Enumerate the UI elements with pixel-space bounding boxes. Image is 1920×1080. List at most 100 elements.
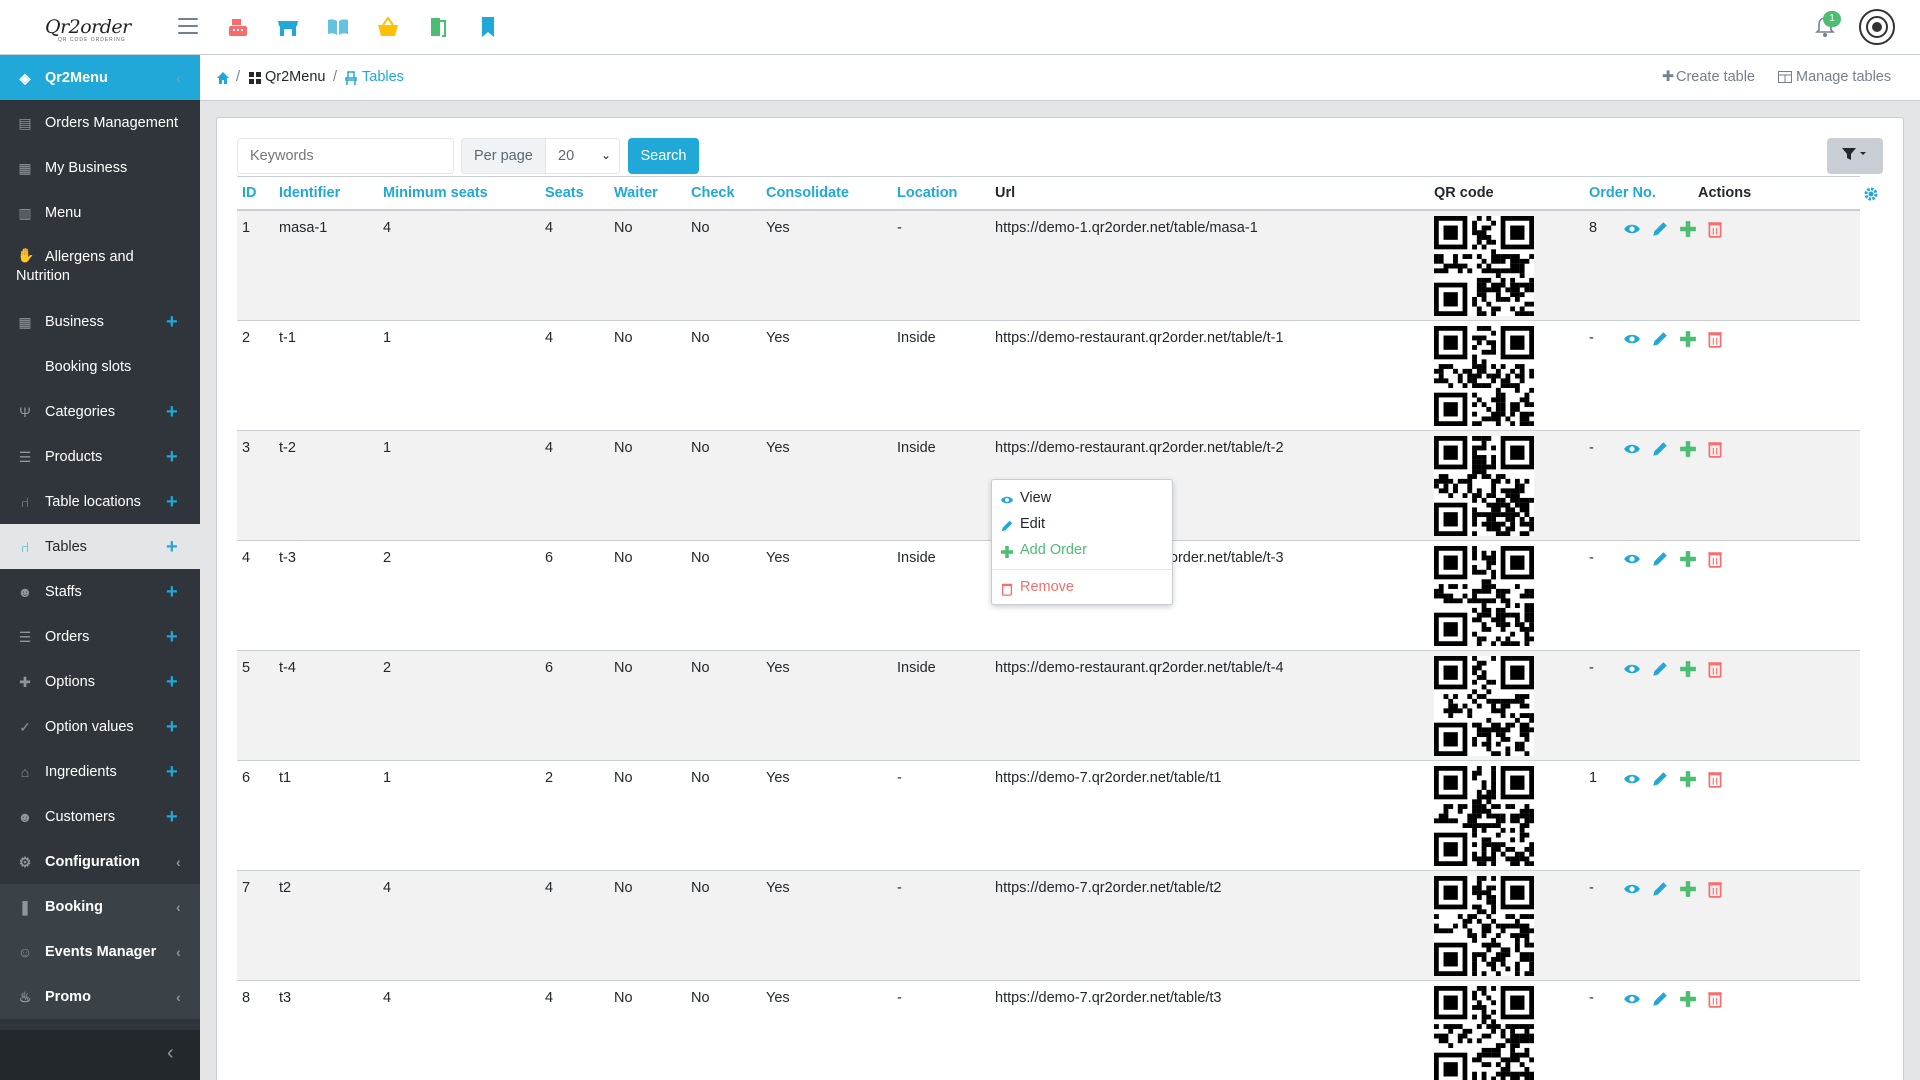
edit-action-icon[interactable] (1651, 550, 1669, 568)
add-icon[interactable]: + (166, 492, 178, 512)
delete-action-icon[interactable] (1706, 880, 1724, 898)
per-page-select[interactable]: 20 ⌄ (545, 138, 620, 174)
add-icon[interactable]: + (166, 312, 178, 332)
qr-code[interactable] (1434, 876, 1534, 976)
edit-action-icon[interactable] (1651, 990, 1669, 1008)
column-header-minimum-seats[interactable]: Minimum seats (383, 185, 488, 201)
table-row[interactable]: 6 t1 1 2 No No Yes - https://demo-7.qr2order.net… (237, 761, 1860, 871)
add-icon[interactable]: + (166, 582, 178, 602)
add-icon[interactable]: + (166, 402, 178, 422)
add-icon[interactable]: + (166, 447, 178, 467)
view-action-icon[interactable] (1623, 770, 1641, 788)
add-order-action-icon[interactable] (1679, 330, 1697, 348)
edit-action-icon[interactable] (1651, 770, 1669, 788)
delete-action-icon[interactable] (1706, 330, 1724, 348)
qr-code[interactable] (1434, 546, 1534, 646)
qr-code[interactable] (1434, 436, 1534, 536)
add-icon[interactable]: + (166, 717, 178, 737)
edit-action-icon[interactable] (1651, 330, 1669, 348)
sidebar-item-orders-management[interactable]: ▤ Orders Management (0, 100, 200, 145)
delete-action-icon[interactable] (1706, 550, 1724, 568)
table-row[interactable]: 5 t-4 2 6 No No Yes Inside https://demo-restaura… (237, 651, 1860, 761)
add-order-action-icon[interactable] (1679, 880, 1697, 898)
sidebar-item-tables[interactable]: ⑁ Tables + (0, 524, 200, 569)
sidebar-item-booking-slots[interactable]: Booking slots (0, 344, 200, 389)
add-icon[interactable]: + (166, 807, 178, 827)
delete-action-icon[interactable] (1706, 660, 1724, 678)
column-header-identifier[interactable]: Identifier (279, 185, 340, 201)
table-row[interactable]: 1 masa-1 4 4 No No Yes - https://demo-1.qr2order… (237, 211, 1860, 321)
view-action-icon[interactable] (1623, 440, 1641, 458)
qr-code[interactable] (1434, 766, 1534, 866)
sidebar-item-customers[interactable]: ☻ Customers + (0, 794, 200, 839)
sidebar-item-staffs[interactable]: ☻ Staffs + (0, 569, 200, 614)
view-action-icon[interactable] (1623, 330, 1641, 348)
sidebar-item-menu[interactable]: ▥ Menu (0, 190, 200, 235)
delete-action-icon[interactable] (1706, 770, 1724, 788)
bookmark-icon[interactable] (476, 15, 500, 39)
sidebar-item-qr2menu[interactable]: ◈ Qr2Menu ‹ (0, 55, 200, 100)
menu-item-remove[interactable]: Remove (1020, 579, 1074, 595)
logo[interactable]: Qr2order (45, 16, 131, 38)
add-icon[interactable]: + (166, 762, 178, 782)
menu-item-edit[interactable]: Edit (1020, 516, 1045, 532)
column-header-consolidate[interactable]: Consolidate (766, 185, 849, 201)
column-header-order-no[interactable]: Order No. (1589, 185, 1656, 201)
chevron-left-icon[interactable]: ‹ (167, 1042, 174, 1065)
book-open-icon[interactable] (326, 15, 350, 39)
edit-action-icon[interactable] (1651, 220, 1669, 238)
filter-dropdown-button[interactable] (1827, 138, 1883, 174)
qr-code[interactable] (1434, 326, 1534, 426)
manage-tables-link[interactable]: Manage tables (1796, 69, 1891, 85)
sidebar-item-promo[interactable]: ♨ Promo ‹ (0, 974, 200, 1019)
add-order-action-icon[interactable] (1679, 550, 1697, 568)
add-order-action-icon[interactable] (1679, 990, 1697, 1008)
edit-action-icon[interactable] (1651, 660, 1669, 678)
sidebar-item-products[interactable]: ☰ Products + (0, 434, 200, 479)
column-header-location[interactable]: Location (897, 185, 957, 201)
table-row[interactable]: 8 t3 4 4 No No Yes - https://demo-7.qr2order.net… (237, 981, 1860, 1080)
add-order-action-icon[interactable] (1679, 770, 1697, 788)
view-action-icon[interactable] (1623, 220, 1641, 238)
sidebar-item-table-locations[interactable]: ⑁ Table locations + (0, 479, 200, 524)
hamburger-menu-icon[interactable] (178, 18, 198, 34)
sidebar-item-configuration[interactable]: ⚙ Configuration ‹ (0, 839, 200, 884)
menu-item-add-order[interactable]: Add Order (1020, 542, 1087, 558)
qr-code[interactable] (1434, 986, 1534, 1080)
basket-icon[interactable] (376, 15, 400, 39)
store-icon[interactable] (276, 15, 300, 39)
sidebar-item-booking[interactable]: ❚ Booking ‹ (0, 884, 200, 929)
delete-action-icon[interactable] (1706, 440, 1724, 458)
sidebar-item-allergens[interactable]: ✋ Allergens and Nutrition (0, 235, 200, 299)
sidebar-item-options[interactable]: ✚ Options + (0, 659, 200, 704)
edit-action-icon[interactable] (1651, 880, 1669, 898)
home-icon[interactable] (216, 71, 230, 85)
add-order-action-icon[interactable] (1679, 440, 1697, 458)
sidebar-item-option-values[interactable]: ✓ Option values + (0, 704, 200, 749)
sidebar-item-my-business[interactable]: ▦ My Business (0, 145, 200, 190)
search-button[interactable]: Search (628, 138, 699, 174)
sidebar-item-events-manager[interactable]: ☺ Events Manager ‹ (0, 929, 200, 974)
view-action-icon[interactable] (1623, 550, 1641, 568)
breadcrumb-parent[interactable]: Qr2Menu (265, 69, 325, 85)
qr-code[interactable] (1434, 216, 1534, 316)
menu-item-view[interactable]: View (1020, 490, 1051, 506)
column-header-id[interactable]: ID (242, 185, 257, 201)
cash-register-icon[interactable] (226, 15, 250, 39)
sidebar-item-categories[interactable]: Ψ Categories + (0, 389, 200, 434)
sidebar-item-orders[interactable]: ☰ Orders + (0, 614, 200, 659)
delete-action-icon[interactable] (1706, 220, 1724, 238)
add-icon[interactable]: + (166, 537, 178, 557)
add-icon[interactable]: + (166, 627, 178, 647)
view-action-icon[interactable] (1623, 660, 1641, 678)
create-table-link[interactable]: Create table (1676, 69, 1755, 85)
sidebar-item-business[interactable]: ▦ Business + (0, 299, 200, 344)
sidebar-minimizer[interactable]: ‹ (0, 1030, 200, 1080)
add-order-action-icon[interactable] (1679, 660, 1697, 678)
table-row[interactable]: 2 t-1 1 4 No No Yes Inside https://demo-restaura… (237, 321, 1860, 431)
add-icon[interactable]: + (166, 672, 178, 692)
table-row[interactable]: 7 t2 4 4 No No Yes - https://demo-7.qr2order.net… (237, 871, 1860, 981)
qr-code[interactable] (1434, 656, 1534, 756)
view-action-icon[interactable] (1623, 990, 1641, 1008)
column-header-waiter[interactable]: Waiter (614, 185, 658, 201)
